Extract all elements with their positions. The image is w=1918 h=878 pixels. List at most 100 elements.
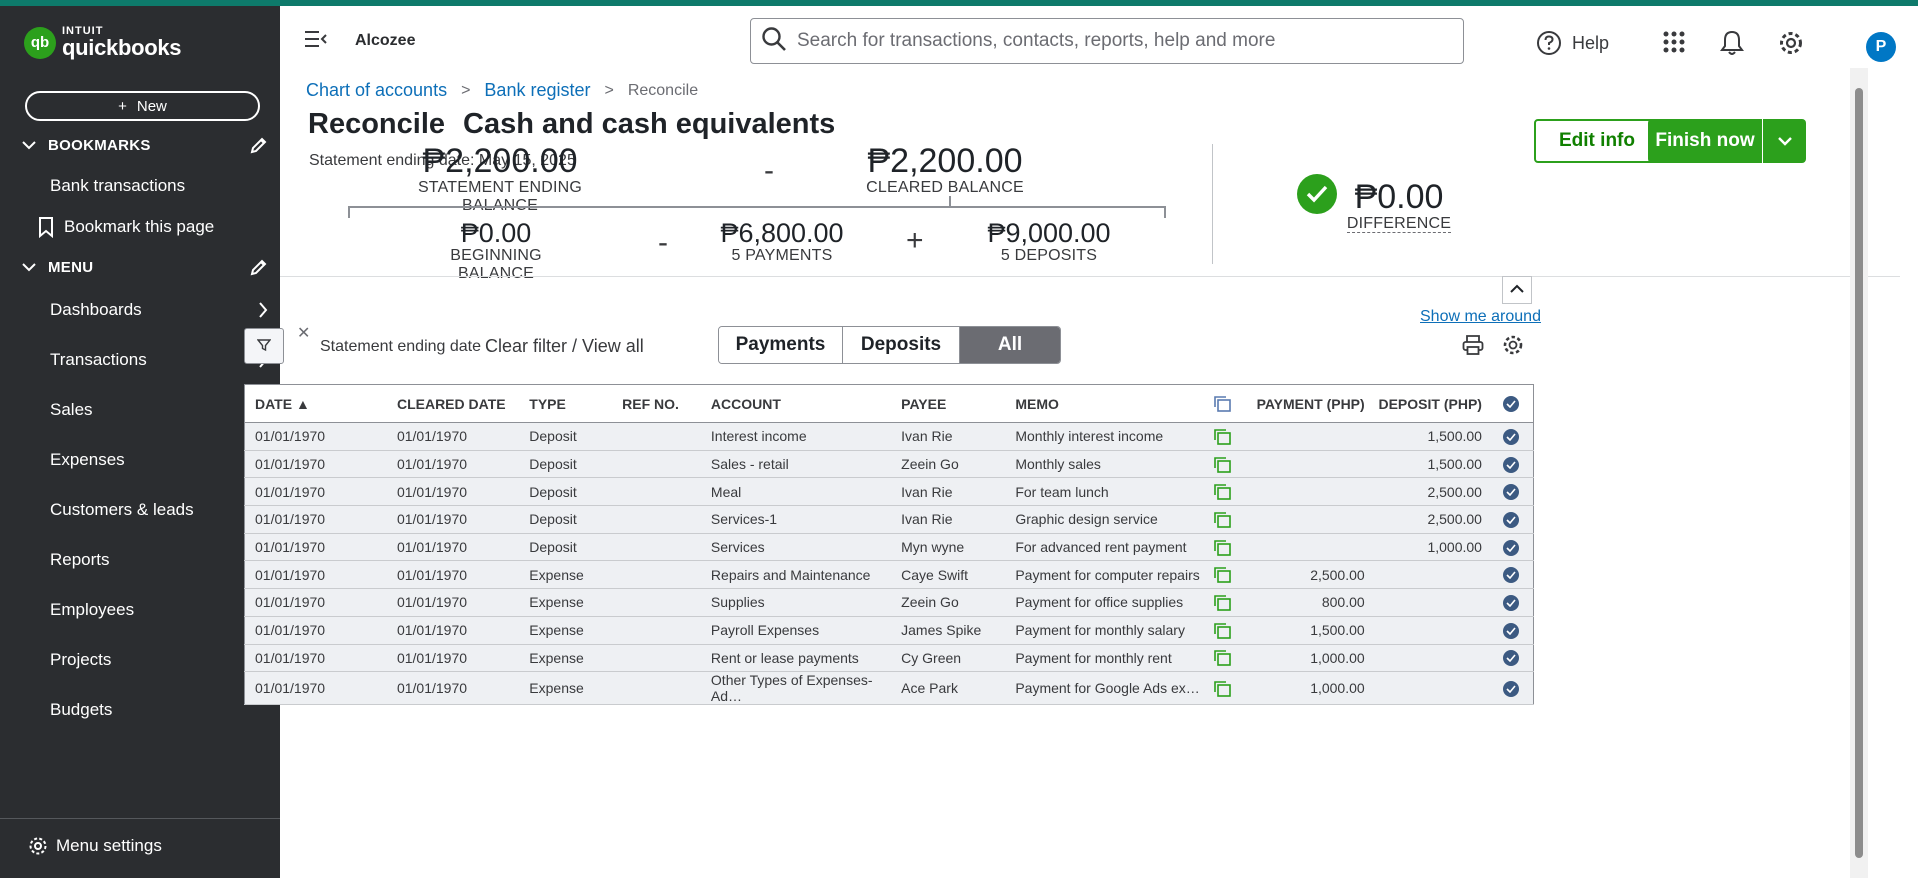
menu-settings-button[interactable]: Menu settings <box>28 836 162 856</box>
page-scrollbar[interactable] <box>1850 68 1868 878</box>
bookmark-this-page[interactable]: Bookmark this page <box>38 216 214 238</box>
tab-deposits[interactable]: Deposits <box>842 327 959 363</box>
cell-cleared-check[interactable] <box>1489 644 1534 673</box>
remove-filter-icon[interactable]: ✕ <box>297 323 310 343</box>
cell-copy[interactable] <box>1208 422 1236 451</box>
col-payment[interactable]: PAYMENT (PHP) <box>1235 384 1371 423</box>
sidebar-item-expenses[interactable]: Expenses <box>50 450 268 470</box>
table-row[interactable]: 01/01/1970 01/01/1970 Expense Supplies Zeein… <box>244 588 1534 617</box>
copy-icon[interactable] <box>1213 595 1231 611</box>
breadcrumb-chart-of-accounts[interactable]: Chart of accounts <box>306 80 447 101</box>
tab-all[interactable]: All <box>959 327 1060 363</box>
apps-grid-icon[interactable] <box>1662 30 1686 54</box>
cell-copy[interactable] <box>1208 477 1236 507</box>
col-payee[interactable]: PAYEE <box>901 384 1016 423</box>
sidebar-item-reports[interactable]: Reports <box>50 550 268 570</box>
copy-icon[interactable] <box>1213 650 1231 667</box>
menu-header[interactable]: MENU <box>22 258 268 276</box>
cleared-check-icon[interactable] <box>1503 650 1520 667</box>
cell-cleared-check[interactable] <box>1489 588 1534 617</box>
cell-cleared-check[interactable] <box>1489 450 1534 479</box>
col-date[interactable]: DATE ▲ <box>244 384 387 423</box>
copy-icon[interactable] <box>1213 539 1231 556</box>
collapse-summary-button[interactable] <box>1502 276 1532 304</box>
print-icon[interactable] <box>1462 334 1484 356</box>
hamburger-menu-icon[interactable] <box>304 30 328 48</box>
sidebar-item-bank-transactions[interactable]: Bank transactions <box>50 176 268 196</box>
tab-payments[interactable]: Payments <box>719 327 842 363</box>
scrollbar-thumb[interactable] <box>1855 88 1863 858</box>
cleared-check-icon[interactable] <box>1503 428 1520 445</box>
col-deposit[interactable]: DEPOSIT (PHP) <box>1370 384 1490 423</box>
cleared-check-icon[interactable] <box>1503 484 1520 501</box>
cleared-check-icon[interactable] <box>1503 456 1520 473</box>
cell-copy[interactable] <box>1208 644 1236 673</box>
table-settings-gear-icon[interactable] <box>1502 334 1524 356</box>
col-cleared-date[interactable]: CLEARED DATE <box>386 384 530 423</box>
sidebar-item-projects[interactable]: Projects <box>50 650 268 670</box>
cell-copy[interactable] <box>1208 560 1236 590</box>
cleared-check-icon[interactable] <box>1503 622 1520 639</box>
cell-copy[interactable] <box>1208 505 1236 534</box>
cell-cleared-check[interactable] <box>1489 560 1534 590</box>
cleared-check-icon[interactable] <box>1503 567 1520 584</box>
cell-cleared-check[interactable] <box>1489 671 1534 706</box>
help-button[interactable]: Help <box>1536 30 1609 56</box>
col-ref-no[interactable]: REF NO. <box>622 384 711 423</box>
sidebar-item-dashboards[interactable]: Dashboards <box>50 300 268 320</box>
pencil-icon[interactable] <box>250 136 268 154</box>
cell-copy[interactable] <box>1208 450 1236 479</box>
search-box[interactable] <box>750 18 1464 64</box>
pencil-icon[interactable] <box>250 258 268 276</box>
new-button[interactable]: + New <box>25 91 260 121</box>
col-type[interactable]: TYPE <box>529 384 623 423</box>
settings-gear-icon[interactable] <box>1778 30 1804 56</box>
table-row[interactable]: 01/01/1970 01/01/1970 Deposit Services Myn w… <box>244 533 1534 562</box>
copy-icon[interactable] <box>1213 484 1231 501</box>
table-row[interactable]: 01/01/1970 01/01/1970 Deposit Meal Ivan Rie F… <box>244 477 1534 507</box>
sidebar-item-budgets[interactable]: Budgets <box>50 700 268 720</box>
cell-copy[interactable] <box>1208 588 1236 617</box>
copy-icon[interactable] <box>1213 567 1231 584</box>
cell-copy[interactable] <box>1208 671 1236 706</box>
breadcrumb-bank-register[interactable]: Bank register <box>484 80 590 101</box>
clear-filter-link[interactable]: Clear filter / View all <box>485 336 644 357</box>
copy-icon[interactable] <box>1213 681 1231 697</box>
cell-copy[interactable] <box>1208 616 1236 645</box>
cell-cleared-check[interactable] <box>1489 505 1534 534</box>
col-account[interactable]: ACCOUNT <box>710 384 902 423</box>
difference-label[interactable]: DIFFERENCE <box>1346 215 1452 233</box>
cleared-check-icon[interactable] <box>1503 680 1520 697</box>
search-input[interactable] <box>797 30 1437 52</box>
col-cleared-check[interactable] <box>1489 384 1534 423</box>
notification-bell-icon[interactable] <box>1720 30 1744 56</box>
sidebar-item-customers-leads[interactable]: Customers & leads <box>50 500 268 520</box>
cell-cleared-check[interactable] <box>1489 616 1534 645</box>
finish-now-dropdown-button[interactable] <box>1763 119 1806 163</box>
table-row[interactable]: 01/01/1970 01/01/1970 Deposit Sales - retai… <box>244 450 1534 479</box>
sidebar-item-sales[interactable]: Sales <box>50 400 268 420</box>
cleared-check-icon[interactable] <box>1503 512 1520 529</box>
sidebar-item-employees[interactable]: Employees <box>50 600 268 620</box>
user-avatar[interactable]: P <box>1866 32 1896 62</box>
cell-cleared-check[interactable] <box>1489 477 1534 507</box>
copy-icon[interactable] <box>1213 456 1231 473</box>
table-row[interactable]: 01/01/1970 01/01/1970 Deposit Services-1 Iva… <box>244 505 1534 534</box>
cell-cleared-check[interactable] <box>1489 422 1534 451</box>
copy-icon[interactable] <box>1213 512 1231 528</box>
filter-button[interactable] <box>244 328 284 364</box>
col-memo[interactable]: MEMO <box>1015 384 1209 423</box>
cleared-check-icon[interactable] <box>1503 595 1520 612</box>
show-me-around-link[interactable]: Show me around <box>1420 308 1541 326</box>
cell-cleared-check[interactable] <box>1489 533 1534 562</box>
quickbooks-logo[interactable]: qb INTUIT quickbooks <box>24 26 182 59</box>
copy-icon[interactable] <box>1213 622 1231 639</box>
cell-copy[interactable] <box>1208 533 1236 562</box>
bookmarks-header[interactable]: BOOKMARKS <box>22 136 268 154</box>
table-row[interactable]: 01/01/1970 01/01/1970 Expense Payroll Expen… <box>244 616 1534 645</box>
table-row[interactable]: 01/01/1970 01/01/1970 Expense Rent or lease… <box>244 644 1534 673</box>
table-row[interactable]: 01/01/1970 01/01/1970 Expense Other Types o… <box>244 671 1534 706</box>
copy-icon[interactable] <box>1213 429 1231 445</box>
sidebar-item-transactions[interactable]: Transactions <box>50 350 268 370</box>
table-row[interactable]: 01/01/1970 01/01/1970 Deposit Interest inco… <box>244 422 1534 451</box>
